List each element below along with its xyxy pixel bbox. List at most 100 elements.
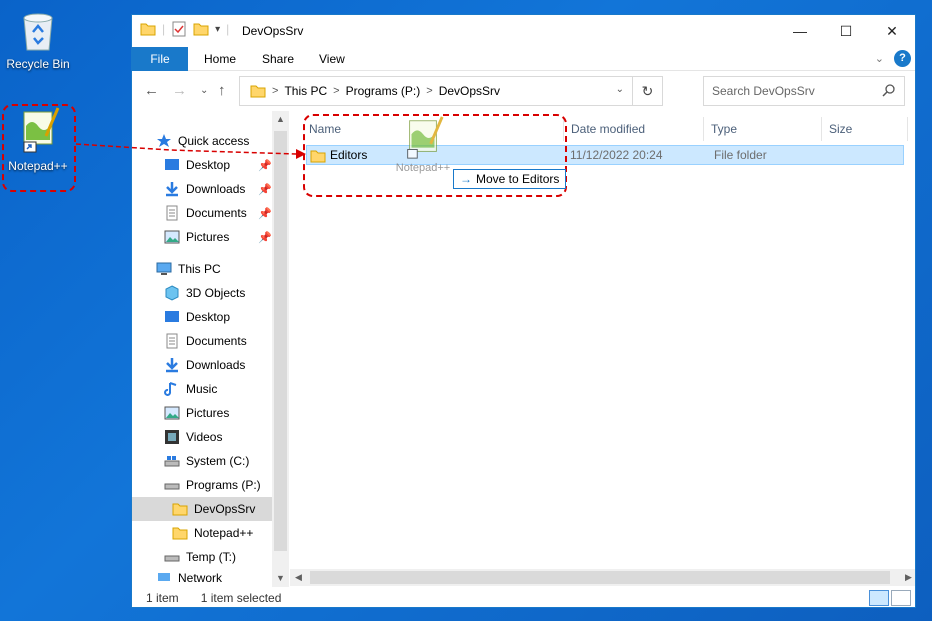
scroll-down-icon[interactable]: ▼ <box>272 570 289 587</box>
documents-icon <box>166 333 178 349</box>
up-icon[interactable]: ↑ <box>218 82 226 99</box>
nav-qa-downloads[interactable]: Downloads 📌 <box>164 177 272 201</box>
pictures-icon <box>164 230 180 244</box>
nav-3d-objects[interactable]: 3D Objects <box>164 281 245 305</box>
pin-icon[interactable]: 📌 <box>258 207 272 220</box>
pin-icon[interactable]: 📌 <box>258 231 272 244</box>
breadcrumb-programs[interactable]: Programs (P:) <box>346 84 421 98</box>
drag-tooltip: → Move to Editors <box>453 169 567 189</box>
breadcrumb-this-pc[interactable]: This PC <box>284 84 327 98</box>
window-title: DevOpsSrv <box>242 24 304 38</box>
folder-icon <box>172 503 188 516</box>
nav-label: Notepad++ <box>194 526 254 540</box>
recycle-bin-label: Recycle Bin <box>6 57 70 71</box>
breadcrumb-devopssrv[interactable]: DevOpsSrv <box>439 84 500 98</box>
nav-music[interactable]: Music <box>164 377 217 401</box>
nav-network[interactable]: Network <box>156 571 222 583</box>
nav-label: Pictures <box>186 230 230 244</box>
expand-ribbon-icon[interactable]: ⌄ <box>875 52 884 65</box>
tab-share[interactable]: Share <box>248 47 308 71</box>
customize-qa-icon[interactable]: ▾ <box>215 24 220 35</box>
nav-label: Documents <box>186 206 247 220</box>
column-size[interactable]: Size <box>822 117 908 141</box>
nav-documents[interactable]: Documents <box>164 329 247 353</box>
nav-label: DevOpsSrv <box>194 502 256 516</box>
maximize-button[interactable]: ☐ <box>823 15 869 47</box>
large-icons-view-icon[interactable] <box>891 590 911 606</box>
drag-ghost-label: Notepad++ <box>395 162 451 174</box>
column-type[interactable]: Type <box>704 117 822 141</box>
properties-icon[interactable] <box>171 21 187 37</box>
file-type: File folder <box>714 148 767 162</box>
pin-icon[interactable]: 📌 <box>258 159 272 172</box>
forward-icon[interactable]: → <box>172 82 187 99</box>
scroll-thumb[interactable] <box>274 131 287 551</box>
nav-temp-t[interactable]: Temp (T:) <box>164 545 236 569</box>
nav-qa-desktop[interactable]: Desktop 📌 <box>164 153 272 177</box>
nav-label: Programs (P:) <box>186 478 261 492</box>
scroll-left-icon[interactable]: ◀ <box>290 569 307 586</box>
nav-label: Desktop <box>186 158 231 172</box>
notepad-plus-plus-icon <box>407 116 444 159</box>
refresh-icon[interactable]: ↻ <box>632 77 662 105</box>
ribbon-tabs: File Home Share View ⌄ ? <box>132 47 915 71</box>
nav-system-c[interactable]: System (C:) <box>164 449 249 473</box>
desktop-icon <box>165 159 179 170</box>
address-dropdown-icon[interactable]: ⌄ <box>616 84 624 95</box>
pin-icon[interactable]: 📌 <box>258 183 272 196</box>
download-icon <box>166 358 178 373</box>
column-date-modified[interactable]: Date modified <box>564 117 704 141</box>
selected-count: 1 item selected <box>200 591 282 605</box>
drive-icon <box>164 456 180 467</box>
horizontal-scrollbar[interactable]: ◀ ▶ <box>290 569 915 586</box>
help-icon[interactable]: ? <box>894 50 911 67</box>
recycle-bin[interactable]: Recycle Bin <box>2 8 74 71</box>
close-button[interactable]: ✕ <box>869 15 915 47</box>
address-bar[interactable]: > This PC > Programs (P:) > DevOpsSrv ⌄ … <box>239 76 663 106</box>
nav-notepad-folder[interactable]: Notepad++ <box>172 521 253 545</box>
nav-quick-access[interactable]: Quick access <box>156 129 249 153</box>
title-bar: | ▾ | DevOpsSrv — ☐ ✕ <box>132 15 915 47</box>
nav-label: Downloads <box>186 182 246 196</box>
nav-label: Music <box>186 382 218 396</box>
search-placeholder: Search DevOpsSrv <box>712 84 815 98</box>
nav-desktop[interactable]: Desktop <box>164 305 230 329</box>
download-icon <box>166 182 178 197</box>
nav-label: Videos <box>186 430 223 444</box>
nav-label: 3D Objects <box>186 286 246 300</box>
back-icon[interactable]: ← <box>144 82 159 99</box>
drag-tooltip-text: Move to Editors <box>476 172 560 186</box>
tab-file[interactable]: File <box>132 47 188 71</box>
nav-qa-documents[interactable]: Documents 📌 <box>164 201 272 225</box>
nav-this-pc[interactable]: This PC <box>156 257 221 281</box>
minimize-button[interactable]: — <box>777 15 823 47</box>
tab-home[interactable]: Home <box>190 47 250 71</box>
cube-icon <box>165 285 179 301</box>
videos-icon <box>165 430 179 444</box>
tab-view[interactable]: View <box>305 47 359 71</box>
nav-programs-p[interactable]: Programs (P:) <box>164 473 261 497</box>
scroll-up-icon[interactable]: ▲ <box>272 111 289 128</box>
nav-pictures[interactable]: Pictures <box>164 401 229 425</box>
scroll-right-icon[interactable]: ▶ <box>900 569 915 586</box>
nav-label: System (C:) <box>186 454 250 468</box>
desktop-icon <box>165 311 179 322</box>
nav-scrollbar[interactable]: ▲ ▼ <box>272 111 289 587</box>
nav-downloads[interactable]: Downloads <box>164 353 245 377</box>
details-view-icon[interactable] <box>869 590 889 606</box>
folder-icon <box>172 527 188 540</box>
recent-locations-icon[interactable]: ⌄ <box>200 85 208 96</box>
nav-label: Network <box>178 571 223 583</box>
nav-qa-pictures[interactable]: Pictures 📌 <box>164 225 272 249</box>
breadcrumb-separator: > <box>426 85 433 97</box>
search-box[interactable]: Search DevOpsSrv <box>703 76 905 106</box>
nav-label: Downloads <box>186 358 246 372</box>
new-folder-icon[interactable] <box>193 21 209 37</box>
nav-videos[interactable]: Videos <box>164 425 222 449</box>
folder-icon <box>140 23 156 36</box>
breadcrumb-separator: > <box>272 85 279 97</box>
nav-devopssrv[interactable]: DevOpsSrv <box>132 497 272 521</box>
computer-icon <box>156 262 172 275</box>
scroll-thumb[interactable] <box>310 571 890 584</box>
pictures-icon <box>164 406 180 420</box>
